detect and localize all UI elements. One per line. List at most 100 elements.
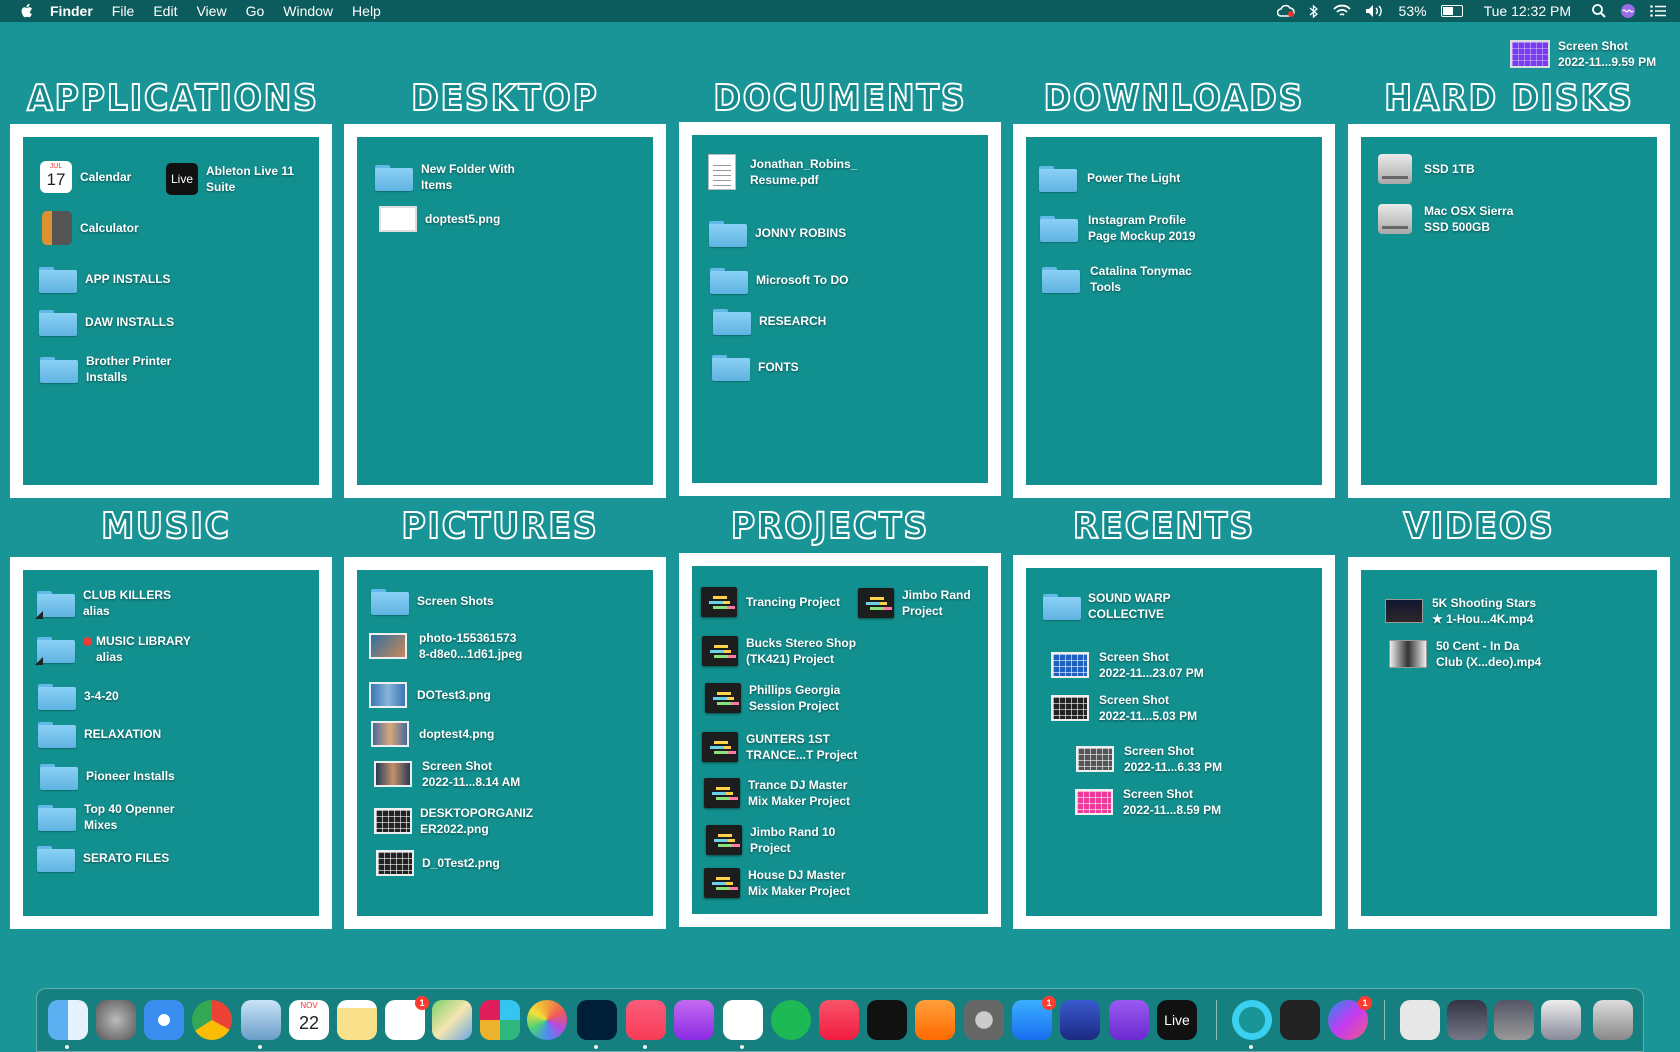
video-item-5k-shooting-stars[interactable]: 5K Shooting Stars ★ 1-Hou...4K.mp4: [1385, 595, 1536, 627]
project-item-trancing[interactable]: Trancing Project: [701, 587, 840, 617]
menu-edit[interactable]: Edit: [153, 3, 177, 19]
notification-center-icon[interactable]: [1650, 5, 1666, 17]
podcasts-icon[interactable]: [674, 1000, 714, 1040]
window-stack-icon[interactable]: [1494, 1000, 1534, 1040]
file-item-fonts[interactable]: FONTS: [712, 353, 799, 381]
battery-percent[interactable]: 53%: [1399, 3, 1427, 19]
podcaster-icon[interactable]: [723, 1000, 763, 1049]
file-item-sound-warp-collective[interactable]: SOUND WARP COLLECTIVE: [1043, 590, 1171, 622]
menu-window[interactable]: Window: [283, 3, 333, 19]
file-label: RESEARCH: [759, 314, 827, 328]
menu-finder[interactable]: Finder: [50, 3, 93, 19]
file-item-dotest3[interactable]: DOTest3.png: [369, 682, 491, 708]
launchpad-icon[interactable]: [96, 1000, 136, 1040]
project-item-trance-dj-master[interactable]: Trance DJ Master Mix Maker Project: [704, 777, 850, 809]
bluetooth-icon[interactable]: [1309, 4, 1319, 19]
photos-icon[interactable]: [527, 1000, 567, 1040]
clock[interactable]: Tue 12:32 PM: [1484, 3, 1571, 19]
file-item-doptest4[interactable]: doptest4.png: [371, 721, 494, 747]
shortcut-app-icon[interactable]: [1109, 1000, 1149, 1040]
menu-view[interactable]: View: [196, 3, 226, 19]
window-stack-icon[interactable]: [1447, 1000, 1487, 1040]
chrome-icon[interactable]: [192, 1000, 232, 1040]
file-item-daw-installs[interactable]: DAW INSTALLS: [39, 308, 174, 336]
document-icon[interactable]: [1400, 1000, 1440, 1040]
creative-cloud-icon[interactable]: [1276, 4, 1295, 18]
video-item-50-cent-in-da-club[interactable]: 50 Cent - In Da Club (X...deo).mp4: [1389, 638, 1541, 670]
battery-icon[interactable]: [1440, 5, 1463, 17]
preview-icon[interactable]: [241, 1000, 281, 1049]
messenger-icon[interactable]: 1: [1328, 996, 1372, 1040]
music-icon[interactable]: [626, 1000, 666, 1049]
trash-icon[interactable]: [1593, 1000, 1633, 1040]
volume-icon[interactable]: [1365, 4, 1385, 18]
file-item-brother-printer-installs[interactable]: Brother Printer Installs: [40, 353, 171, 385]
calendar-icon[interactable]: NOV 22: [289, 1000, 329, 1040]
file-item-app-installs[interactable]: APP INSTALLS: [39, 265, 171, 293]
file-item-screen-shot-859pm[interactable]: Screen Shot 2022-11...8.59 PM: [1075, 786, 1221, 818]
file-item-desktoporganizer2022[interactable]: DESKTOPORGANIZ ER2022.png: [374, 805, 533, 837]
project-item-phillips-georgia[interactable]: Phillips Georgia Session Project: [705, 682, 840, 714]
news-icon[interactable]: [819, 1000, 859, 1040]
alexa-icon[interactable]: [1232, 1000, 1272, 1049]
file-item-new-folder-with-items[interactable]: New Folder With Items: [375, 161, 515, 193]
file-item-jonny-robins[interactable]: JONNY ROBINS: [709, 219, 846, 247]
file-item-screen-shot-2307pm[interactable]: Screen Shot 2022-11...23.07 PM: [1051, 649, 1204, 681]
audio-app-icon[interactable]: [1060, 1000, 1100, 1040]
file-item-relaxation[interactable]: RELAXATION: [38, 720, 161, 748]
file-item-instagram-profile-mockup[interactable]: Instagram Profile Page Mockup 2019: [1040, 212, 1195, 244]
project-item-jimbo-rand[interactable]: Jimbo Rand Project: [858, 587, 971, 619]
notes-icon[interactable]: [337, 1000, 377, 1040]
file-item-club-killers-alias[interactable]: CLUB KILLERS alias: [35, 587, 171, 619]
file-item-research[interactable]: RESEARCH: [713, 307, 826, 335]
file-item-d-0test2[interactable]: D_0Test2.png: [376, 850, 500, 876]
file-item-3-4-20[interactable]: 3-4-20: [38, 682, 119, 710]
reminders-icon[interactable]: 1: [385, 996, 429, 1040]
window-stack-icon[interactable]: [1541, 1000, 1581, 1040]
file-item-ableton-live[interactable]: Live Ableton Live 11 Suite: [166, 163, 294, 195]
siri-icon[interactable]: [1620, 3, 1636, 19]
file-item-screen-shots[interactable]: Screen Shots: [371, 587, 494, 615]
menu-file[interactable]: File: [112, 3, 135, 19]
safari-icon[interactable]: [144, 1000, 184, 1040]
spotify-icon[interactable]: [771, 1000, 811, 1040]
slack-icon[interactable]: [480, 1000, 520, 1040]
file-item-catalina-tonymac-tools[interactable]: Catalina Tonymac Tools: [1042, 263, 1192, 295]
file-item-pioneer-installs[interactable]: Pioneer Installs: [40, 762, 175, 790]
disk-item-ssd-1tb[interactable]: SSD 1TB: [1378, 154, 1475, 184]
finder-icon[interactable]: [48, 1000, 88, 1049]
ableton-live-icon[interactable]: Live: [1157, 1000, 1197, 1040]
file-item-photo-jpeg[interactable]: photo-155361573 8-d8e0...1d61.jpeg: [369, 630, 522, 662]
file-item-calculator[interactable]: Calculator: [42, 211, 139, 245]
file-item-top-40-openner-mixes[interactable]: Top 40 Openner Mixes: [38, 801, 174, 833]
maps-icon[interactable]: [432, 1000, 472, 1040]
file-item-serato-files[interactable]: SERATO FILES: [37, 844, 169, 872]
photoshop-icon[interactable]: [577, 1000, 617, 1049]
file-item-screen-shot-814am[interactable]: Screen Shot 2022-11...8.14 AM: [374, 758, 520, 790]
file-item-power-the-light[interactable]: Power The Light: [1039, 164, 1180, 192]
project-item-jimbo-rand-10[interactable]: Jimbo Rand 10 Project: [706, 824, 835, 856]
disk-item-mac-osx-sierra[interactable]: Mac OSX Sierra SSD 500GB: [1378, 203, 1513, 235]
menu-help[interactable]: Help: [352, 3, 381, 19]
project-item-bucks-stereo-shop[interactable]: Bucks Stereo Shop (TK421) Project: [702, 635, 856, 667]
menu-go[interactable]: Go: [246, 3, 265, 19]
books-icon[interactable]: [915, 1000, 955, 1040]
apple-menu-icon[interactable]: [18, 2, 36, 20]
system-preferences-icon[interactable]: [964, 1000, 1004, 1040]
file-item-resume-pdf[interactable]: Jonathan_Robins_ Resume.pdf: [708, 154, 857, 190]
desktop-screenshot-file[interactable]: Screen Shot 2022-11...9.59 PM: [1510, 38, 1656, 70]
spotlight-search-icon[interactable]: [1592, 4, 1606, 18]
file-label: House DJ Master Mix Maker Project: [748, 868, 851, 898]
project-item-house-dj-master[interactable]: House DJ Master Mix Maker Project: [704, 867, 850, 899]
wifi-icon[interactable]: [1332, 4, 1351, 18]
terminal-icon[interactable]: [1280, 1000, 1320, 1040]
file-item-microsoft-to-do[interactable]: Microsoft To DO: [710, 266, 848, 294]
apple-tv-icon[interactable]: [867, 1000, 907, 1040]
file-item-music-library-alias[interactable]: MUSIC LIBRARY alias: [35, 633, 191, 665]
file-item-screen-shot-633pm[interactable]: Screen Shot 2022-11...6.33 PM: [1076, 743, 1222, 775]
file-item-screen-shot-503pm[interactable]: Screen Shot 2022-11...5.03 PM: [1051, 692, 1197, 724]
project-item-gunters-1st-trance[interactable]: GUNTERS 1ST TRANCE...T Project: [702, 731, 857, 763]
file-item-doptest5[interactable]: doptest5.png: [379, 206, 500, 232]
file-item-calendar[interactable]: 17 Calendar: [40, 161, 131, 193]
app-store-icon[interactable]: 1: [1012, 996, 1056, 1040]
